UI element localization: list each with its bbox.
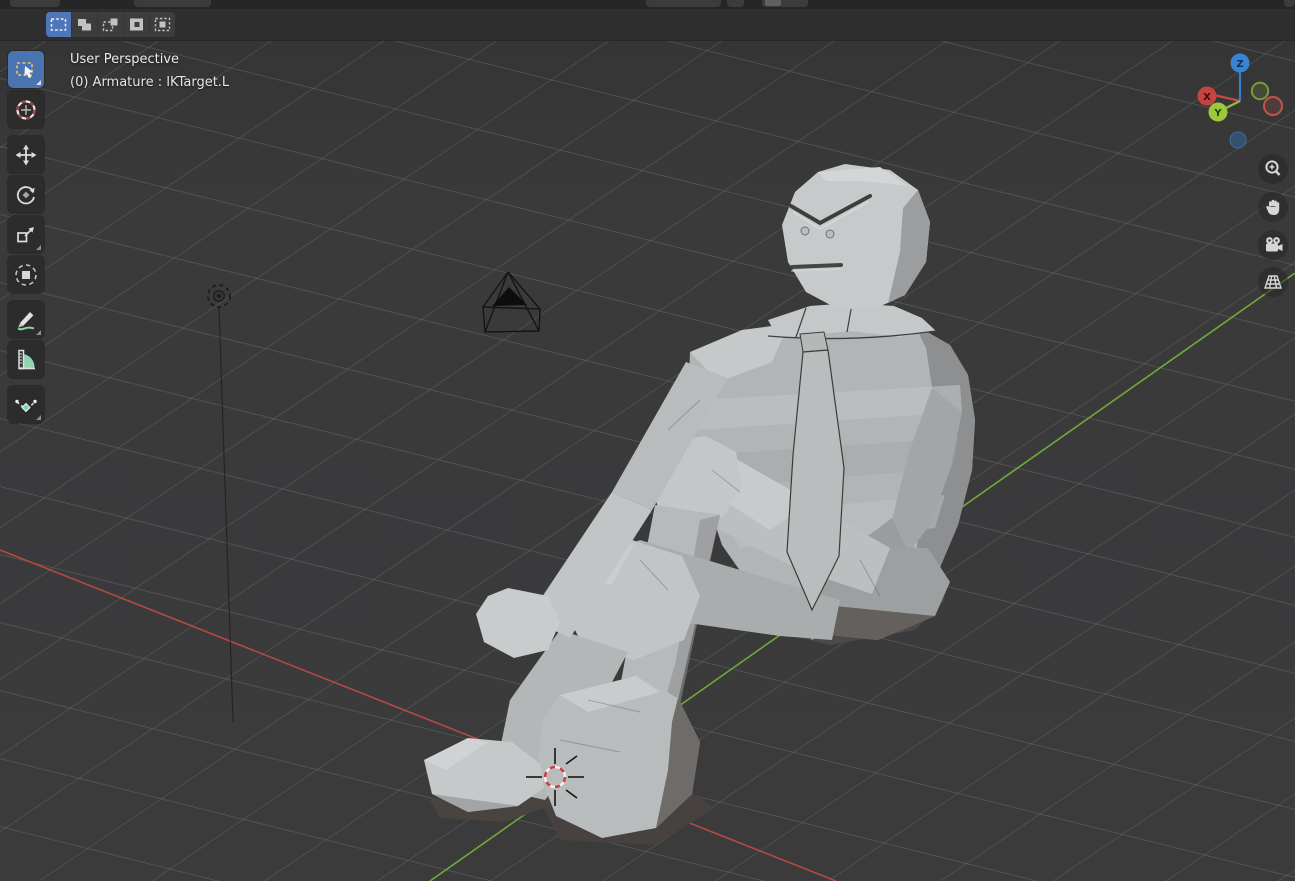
mouth bbox=[792, 265, 841, 267]
tool-options-indicator bbox=[36, 330, 41, 335]
rotate-icon bbox=[13, 182, 39, 208]
right-eye bbox=[826, 230, 834, 238]
active-object-label: (0) Armature : IKTarget.L bbox=[70, 75, 229, 91]
cursor-tool-icon bbox=[13, 97, 39, 123]
select-invert-icon bbox=[127, 16, 146, 33]
select-mode-intersect[interactable] bbox=[149, 12, 175, 37]
topbar-widget-fragment bbox=[134, 0, 211, 7]
character-mesh[interactable] bbox=[424, 164, 975, 845]
point-light[interactable] bbox=[208, 285, 233, 722]
select-extend-icon bbox=[75, 16, 94, 33]
annotate-icon bbox=[13, 307, 39, 333]
viewport-3d[interactable]: User Perspective (0) Armature : IKTarget… bbox=[0, 41, 1295, 881]
blender-window: { "viewport": { "perspective_label": "Us… bbox=[0, 0, 1295, 881]
select-mode-invert[interactable] bbox=[123, 12, 149, 37]
select-subtract-icon bbox=[101, 16, 120, 33]
scene-canvas bbox=[0, 41, 1295, 881]
tool-measure[interactable] bbox=[8, 341, 44, 378]
topbar-widget-fragment bbox=[762, 0, 808, 7]
viewport-header bbox=[0, 9, 1295, 41]
gizmo-axis-z-negative[interactable] bbox=[1230, 132, 1246, 148]
left-hand bbox=[476, 588, 560, 658]
camera-icon bbox=[1262, 234, 1284, 256]
topbar-widget-fragment bbox=[1284, 0, 1295, 7]
pose-breakdowner-icon bbox=[13, 392, 39, 418]
tool-cursor[interactable] bbox=[8, 91, 44, 128]
move-icon bbox=[13, 142, 39, 168]
tool-select-box[interactable] bbox=[8, 51, 44, 88]
gizmo-axis-x-negative[interactable] bbox=[1264, 97, 1282, 115]
measure-icon bbox=[13, 347, 39, 373]
toolbar bbox=[8, 51, 44, 426]
zoom-icon bbox=[1262, 158, 1284, 180]
pan-button[interactable] bbox=[1258, 192, 1288, 222]
gizmo-axis-y-positive[interactable]: Y bbox=[1209, 103, 1228, 122]
left-eye bbox=[801, 227, 809, 235]
svg-text:Y: Y bbox=[1213, 108, 1222, 119]
tool-rotate[interactable] bbox=[8, 176, 44, 213]
select-mode-extend[interactable] bbox=[71, 12, 97, 37]
projection-toggle-button[interactable] bbox=[1258, 267, 1288, 297]
tool-scale[interactable] bbox=[8, 216, 44, 253]
svg-text:Z: Z bbox=[1236, 59, 1243, 70]
tool-options-indicator bbox=[36, 415, 41, 420]
camera-view-button[interactable] bbox=[1258, 230, 1288, 260]
navigation-gizmo[interactable]: Z X Y bbox=[1192, 43, 1292, 155]
tool-move[interactable] bbox=[8, 136, 44, 173]
head bbox=[782, 164, 930, 310]
viewport-overlay-text: User Perspective (0) Armature : IKTarget… bbox=[70, 52, 229, 91]
svg-text:X: X bbox=[1203, 92, 1211, 103]
topbar-widget-fragment bbox=[646, 0, 721, 7]
select-mode-set[interactable] bbox=[46, 12, 71, 37]
topbar-widget-fragment bbox=[727, 0, 744, 7]
perspective-label: User Perspective bbox=[70, 52, 229, 68]
tool-transform[interactable] bbox=[8, 256, 44, 293]
tool-options-indicator bbox=[36, 80, 41, 85]
tool-options-indicator bbox=[36, 245, 41, 250]
zoom-button[interactable] bbox=[1258, 154, 1288, 184]
topbar bbox=[0, 0, 1295, 9]
select-set-icon bbox=[49, 16, 68, 33]
gizmo-axis-y-negative[interactable] bbox=[1252, 83, 1268, 99]
transform-icon bbox=[13, 262, 39, 288]
camera-object[interactable] bbox=[483, 272, 540, 332]
select-box-icon bbox=[13, 57, 39, 83]
gizmo-axis-x-positive[interactable]: X bbox=[1198, 87, 1217, 106]
select-mode-group bbox=[46, 12, 175, 37]
gizmo-axis-z-positive[interactable]: Z bbox=[1231, 54, 1250, 73]
select-intersect-icon bbox=[153, 16, 172, 33]
topbar-widget-fragment bbox=[10, 0, 60, 7]
grid-projection-icon bbox=[1262, 271, 1284, 293]
hand-icon bbox=[1262, 196, 1284, 218]
tool-annotate[interactable] bbox=[8, 301, 44, 338]
select-mode-subtract[interactable] bbox=[97, 12, 123, 37]
tool-pose-breakdowner[interactable] bbox=[8, 386, 44, 423]
scale-icon bbox=[13, 222, 39, 248]
